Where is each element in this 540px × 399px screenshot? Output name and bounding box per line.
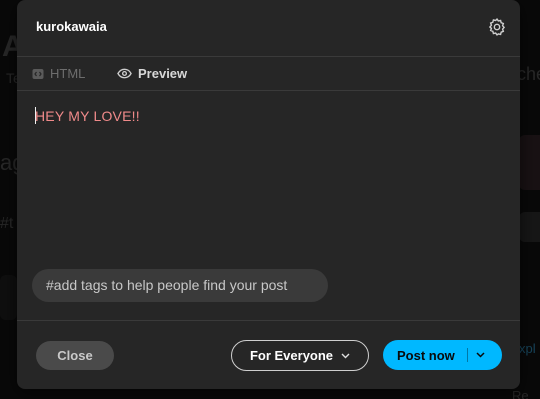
- editor-tabs: HTML Preview: [17, 57, 520, 91]
- post-content-editor[interactable]: HEY MY LOVE!!: [35, 108, 140, 124]
- modal-header: kurokawaia: [17, 0, 520, 57]
- close-button[interactable]: Close: [36, 341, 114, 370]
- chevron-down-icon: [476, 352, 485, 358]
- tab-preview-label: Preview: [138, 66, 188, 81]
- post-editor-modal: kurokawaia HTML Preview HEY MY LOVE!! #a…: [17, 0, 520, 389]
- footer-divider: [17, 320, 520, 321]
- post-now-label: Post now: [397, 347, 455, 363]
- tab-html[interactable]: HTML: [32, 66, 85, 81]
- tags-input[interactable]: #add tags to help people find your post: [32, 269, 328, 302]
- tab-html-label: HTML: [50, 66, 86, 81]
- button-divider: [466, 348, 468, 362]
- post-options-toggle[interactable]: [476, 352, 485, 358]
- post-now-button[interactable]: Post now: [383, 340, 502, 370]
- eye-icon: [117, 68, 132, 79]
- audience-label: For Everyone: [249, 348, 334, 363]
- gear-icon[interactable]: [487, 17, 507, 37]
- username[interactable]: kurokawaia: [36, 19, 107, 34]
- html-code-icon: [32, 68, 44, 79]
- chevron-down-icon: [341, 353, 350, 358]
- audience-dropdown[interactable]: For Everyone: [231, 340, 369, 371]
- tab-preview[interactable]: Preview: [117, 66, 187, 81]
